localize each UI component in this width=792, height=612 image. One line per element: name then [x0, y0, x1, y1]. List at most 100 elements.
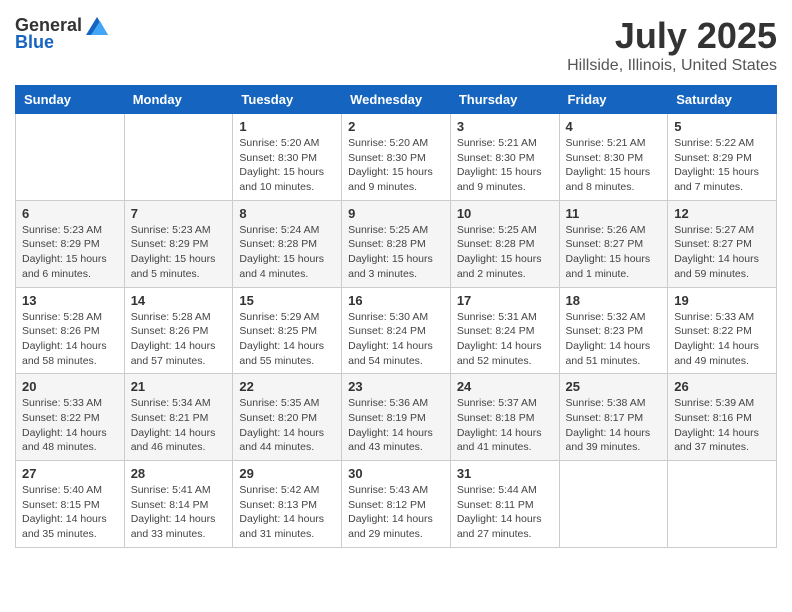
calendar-cell: 30Sunrise: 5:43 AM Sunset: 8:12 PM Dayli…: [342, 461, 451, 548]
day-info: Sunrise: 5:21 AM Sunset: 8:30 PM Dayligh…: [566, 136, 662, 195]
day-number: 19: [674, 293, 770, 308]
day-info: Sunrise: 5:30 AM Sunset: 8:24 PM Dayligh…: [348, 310, 444, 369]
weekday-header: Thursday: [450, 86, 559, 114]
day-number: 1: [239, 119, 335, 134]
day-info: Sunrise: 5:34 AM Sunset: 8:21 PM Dayligh…: [131, 396, 227, 455]
calendar-cell: 19 Sunrise: 5:33 AM Sunset: 8:22 PM Dayli…: [668, 287, 777, 374]
weekday-header-row: SundayMondayTuesdayWednesdayThursdayFrid…: [16, 86, 777, 114]
day-info: Sunrise: 5:41 AM Sunset: 8:14 PM Dayligh…: [131, 483, 227, 542]
calendar-cell: 13 Sunrise: 5:28 AM Sunset: 8:26 PM Dayli…: [16, 287, 125, 374]
calendar-cell: 23 Sunrise: 5:36 AM Sunset: 8:19 PM Dayli…: [342, 374, 451, 461]
calendar-cell: 2 Sunrise: 5:20 AM Sunset: 8:30 PM Daylig…: [342, 114, 451, 201]
day-number: 31: [457, 466, 553, 481]
day-number: 24: [457, 379, 553, 394]
day-info: Sunrise: 5:29 AM Sunset: 8:25 PM Dayligh…: [239, 310, 335, 369]
weekday-header: Tuesday: [233, 86, 342, 114]
weekday-header: Wednesday: [342, 86, 451, 114]
month-title: July 2025: [567, 15, 777, 57]
weekday-header: Friday: [559, 86, 668, 114]
day-number: 8: [239, 206, 335, 221]
calendar-cell: 17 Sunrise: 5:31 AM Sunset: 8:24 PM Dayli…: [450, 287, 559, 374]
calendar-cell: 10Sunrise: 5:25 AM Sunset: 8:28 PM Dayli…: [450, 200, 559, 287]
calendar-cell: 21Sunrise: 5:34 AM Sunset: 8:21 PM Dayli…: [124, 374, 233, 461]
day-number: 7: [131, 206, 227, 221]
day-number: 13: [22, 293, 118, 308]
day-number: 29: [239, 466, 335, 481]
calendar-cell: 6 Sunrise: 5:23 AM Sunset: 8:29 PM Daylig…: [16, 200, 125, 287]
day-number: 9: [348, 206, 444, 221]
day-number: 17: [457, 293, 553, 308]
day-number: 2: [348, 119, 444, 134]
day-info: Sunrise: 5:33 AM Sunset: 8:22 PM Dayligh…: [22, 396, 118, 455]
calendar-cell: 28 Sunrise: 5:41 AM Sunset: 8:14 PM Dayli…: [124, 461, 233, 548]
logo-icon: [86, 17, 108, 35]
day-number: 18: [566, 293, 662, 308]
day-info: Sunrise: 5:31 AM Sunset: 8:24 PM Dayligh…: [457, 310, 553, 369]
calendar-cell: 15 Sunrise: 5:29 AM Sunset: 8:25 PM Dayli…: [233, 287, 342, 374]
day-number: 23: [348, 379, 444, 394]
day-info: Sunrise: 5:20 AM Sunset: 8:30 PM Dayligh…: [239, 136, 335, 195]
calendar-cell: 16 Sunrise: 5:30 AM Sunset: 8:24 PM Dayli…: [342, 287, 451, 374]
calendar-cell: 11Sunrise: 5:26 AM Sunset: 8:27 PM Dayli…: [559, 200, 668, 287]
day-info: Sunrise: 5:35 AM Sunset: 8:20 PM Dayligh…: [239, 396, 335, 455]
location-title: Hillside, Illinois, United States: [567, 57, 777, 75]
calendar-cell: 7 Sunrise: 5:23 AM Sunset: 8:29 PM Daylig…: [124, 200, 233, 287]
calendar-week-row: 6 Sunrise: 5:23 AM Sunset: 8:29 PM Daylig…: [16, 200, 777, 287]
calendar-week-row: 20 Sunrise: 5:33 AM Sunset: 8:22 PM Dayli…: [16, 374, 777, 461]
day-number: 16: [348, 293, 444, 308]
day-number: 15: [239, 293, 335, 308]
calendar-cell: 24Sunrise: 5:37 AM Sunset: 8:18 PM Dayli…: [450, 374, 559, 461]
day-info: Sunrise: 5:28 AM Sunset: 8:26 PM Dayligh…: [131, 310, 227, 369]
calendar-week-row: 27Sunrise: 5:40 AM Sunset: 8:15 PM Dayli…: [16, 461, 777, 548]
day-number: 25: [566, 379, 662, 394]
day-number: 14: [131, 293, 227, 308]
calendar-cell: [668, 461, 777, 548]
calendar-cell: 12Sunrise: 5:27 AM Sunset: 8:27 PM Dayli…: [668, 200, 777, 287]
calendar-week-row: 1 Sunrise: 5:20 AM Sunset: 8:30 PM Daylig…: [16, 114, 777, 201]
title-area: July 2025 Hillside, Illinois, United Sta…: [567, 15, 777, 75]
calendar-cell: [559, 461, 668, 548]
calendar-cell: 27Sunrise: 5:40 AM Sunset: 8:15 PM Dayli…: [16, 461, 125, 548]
calendar-cell: 26Sunrise: 5:39 AM Sunset: 8:16 PM Dayli…: [668, 374, 777, 461]
day-info: Sunrise: 5:44 AM Sunset: 8:11 PM Dayligh…: [457, 483, 553, 542]
calendar-cell: [16, 114, 125, 201]
calendar-cell: [124, 114, 233, 201]
day-info: Sunrise: 5:38 AM Sunset: 8:17 PM Dayligh…: [566, 396, 662, 455]
day-info: Sunrise: 5:39 AM Sunset: 8:16 PM Dayligh…: [674, 396, 770, 455]
day-number: 30: [348, 466, 444, 481]
calendar-cell: 14 Sunrise: 5:28 AM Sunset: 8:26 PM Dayli…: [124, 287, 233, 374]
calendar-cell: 22Sunrise: 5:35 AM Sunset: 8:20 PM Dayli…: [233, 374, 342, 461]
page-header: General Blue July 2025 Hillside, Illinoi…: [15, 15, 777, 75]
day-info: Sunrise: 5:25 AM Sunset: 8:28 PM Dayligh…: [348, 223, 444, 282]
day-number: 4: [566, 119, 662, 134]
calendar-cell: 8 Sunrise: 5:24 AM Sunset: 8:28 PM Daylig…: [233, 200, 342, 287]
logo: General Blue: [15, 15, 108, 53]
calendar-table: SundayMondayTuesdayWednesdayThursdayFrid…: [15, 85, 777, 548]
day-info: Sunrise: 5:36 AM Sunset: 8:19 PM Dayligh…: [348, 396, 444, 455]
day-info: Sunrise: 5:20 AM Sunset: 8:30 PM Dayligh…: [348, 136, 444, 195]
day-info: Sunrise: 5:23 AM Sunset: 8:29 PM Dayligh…: [131, 223, 227, 282]
day-info: Sunrise: 5:26 AM Sunset: 8:27 PM Dayligh…: [566, 223, 662, 282]
day-number: 20: [22, 379, 118, 394]
calendar-cell: 31 Sunrise: 5:44 AM Sunset: 8:11 PM Dayli…: [450, 461, 559, 548]
calendar-cell: 29Sunrise: 5:42 AM Sunset: 8:13 PM Dayli…: [233, 461, 342, 548]
day-info: Sunrise: 5:33 AM Sunset: 8:22 PM Dayligh…: [674, 310, 770, 369]
day-info: Sunrise: 5:24 AM Sunset: 8:28 PM Dayligh…: [239, 223, 335, 282]
day-number: 6: [22, 206, 118, 221]
calendar-cell: 5 Sunrise: 5:22 AM Sunset: 8:29 PM Daylig…: [668, 114, 777, 201]
day-number: 5: [674, 119, 770, 134]
day-info: Sunrise: 5:28 AM Sunset: 8:26 PM Dayligh…: [22, 310, 118, 369]
day-number: 10: [457, 206, 553, 221]
calendar-cell: 4 Sunrise: 5:21 AM Sunset: 8:30 PM Daylig…: [559, 114, 668, 201]
day-info: Sunrise: 5:22 AM Sunset: 8:29 PM Dayligh…: [674, 136, 770, 195]
weekday-header: Monday: [124, 86, 233, 114]
day-info: Sunrise: 5:32 AM Sunset: 8:23 PM Dayligh…: [566, 310, 662, 369]
calendar-cell: 1 Sunrise: 5:20 AM Sunset: 8:30 PM Daylig…: [233, 114, 342, 201]
calendar-cell: 9 Sunrise: 5:25 AM Sunset: 8:28 PM Daylig…: [342, 200, 451, 287]
day-number: 28: [131, 466, 227, 481]
day-info: Sunrise: 5:23 AM Sunset: 8:29 PM Dayligh…: [22, 223, 118, 282]
day-info: Sunrise: 5:27 AM Sunset: 8:27 PM Dayligh…: [674, 223, 770, 282]
day-number: 3: [457, 119, 553, 134]
day-number: 27: [22, 466, 118, 481]
logo-blue-text: Blue: [15, 32, 54, 53]
